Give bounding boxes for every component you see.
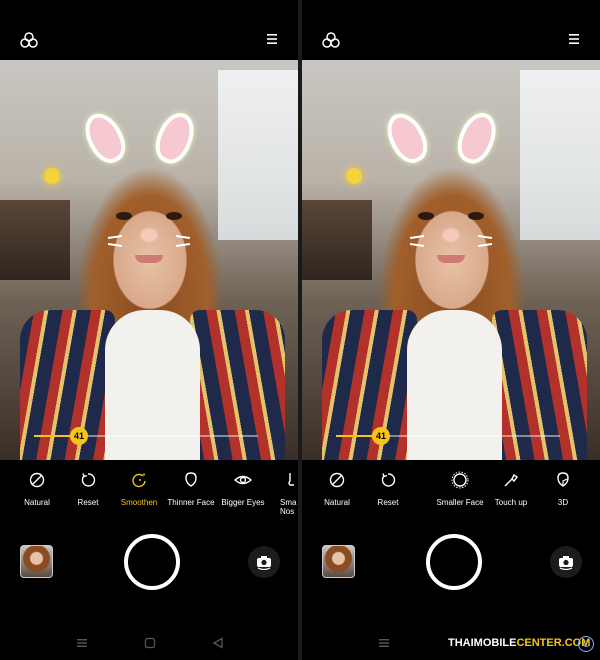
tool-label: 3D	[557, 498, 569, 507]
background-lamp	[346, 168, 362, 184]
subject-lips	[135, 255, 163, 263]
subject-eye	[468, 212, 484, 220]
recent-apps-icon[interactable]	[76, 636, 88, 654]
reset-icon	[353, 468, 423, 492]
whisker-sticker	[409, 243, 425, 247]
menu-icon[interactable]	[266, 32, 278, 50]
tool-3d[interactable]: 3D	[528, 468, 598, 507]
gallery-thumbnail[interactable]	[322, 545, 355, 578]
subject-shirt	[407, 310, 502, 460]
beauty-level-slider[interactable]: 41	[34, 427, 258, 445]
bunny-nose-sticker	[444, 230, 458, 240]
subject-eye	[166, 212, 182, 220]
subject-shirt	[105, 310, 200, 460]
background-shelf	[0, 200, 70, 280]
smaller-nose-icon	[256, 468, 298, 492]
subject-jacket	[190, 310, 285, 460]
beauty-level-slider[interactable]: 41	[336, 427, 560, 445]
subject-lips	[437, 255, 465, 263]
subject-jacket	[492, 310, 587, 460]
flip-camera-icon[interactable]	[550, 546, 582, 578]
camera-viewfinder[interactable]	[302, 60, 600, 460]
beauty-tools-row: Natural Reset Smaller Face Touch up 3D	[302, 468, 600, 518]
subject-jacket	[20, 310, 115, 460]
background-window	[520, 70, 600, 240]
whisker-sticker	[409, 235, 425, 239]
tool-reset[interactable]: Reset	[353, 468, 423, 507]
whisker-sticker	[107, 243, 123, 247]
camera-screen-right: 41 Natural Reset Smaller Face Touch up 3D	[302, 0, 600, 660]
3d-icon	[528, 468, 598, 492]
subject-eye	[116, 212, 132, 220]
whisker-sticker	[175, 243, 191, 247]
bunny-ear-sticker	[77, 107, 133, 169]
subject-jacket	[322, 310, 417, 460]
gallery-thumbnail[interactable]	[20, 545, 53, 578]
bunny-ear-sticker	[379, 107, 435, 169]
subject-eye	[418, 212, 434, 220]
filters-icon[interactable]	[20, 32, 38, 53]
watermark-logo: C	[578, 636, 594, 652]
top-bar	[0, 28, 298, 56]
back-icon[interactable]	[212, 636, 224, 654]
bunny-ear-sticker	[149, 107, 201, 169]
slider-knob[interactable]: 41	[70, 427, 88, 445]
flip-camera-icon[interactable]	[248, 546, 280, 578]
filters-icon[interactable]	[322, 32, 340, 53]
beauty-tools-row: Natural Reset Smoothen Thinner Face Bigger E…	[0, 468, 298, 518]
bunny-nose-sticker	[142, 230, 156, 240]
camera-viewfinder[interactable]	[0, 60, 298, 460]
whisker-sticker	[175, 235, 191, 239]
whisker-sticker	[107, 235, 123, 239]
shutter-button[interactable]	[426, 534, 482, 590]
background-lamp	[44, 168, 60, 184]
tool-label: Sma Nos	[280, 498, 297, 516]
top-bar	[302, 28, 600, 56]
background-window	[218, 70, 298, 240]
background-shelf	[302, 200, 372, 280]
shutter-button[interactable]	[124, 534, 180, 590]
whisker-sticker	[477, 243, 493, 247]
recent-apps-icon[interactable]	[378, 636, 390, 654]
slider-knob[interactable]: 41	[372, 427, 390, 445]
camera-screen-left: 41 Natural Reset Smoothen Thinner Face Bigge…	[0, 0, 298, 660]
tool-sma-nos[interactable]: Sma Nos	[256, 468, 298, 516]
tool-label: Reset	[377, 498, 399, 507]
system-nav-bar	[0, 630, 298, 658]
whisker-sticker	[477, 235, 493, 239]
bunny-ear-sticker	[451, 107, 503, 169]
menu-icon[interactable]	[568, 32, 580, 50]
watermark-text: THAIMOBILECENTER.COM	[448, 637, 591, 649]
home-icon[interactable]	[144, 636, 156, 654]
